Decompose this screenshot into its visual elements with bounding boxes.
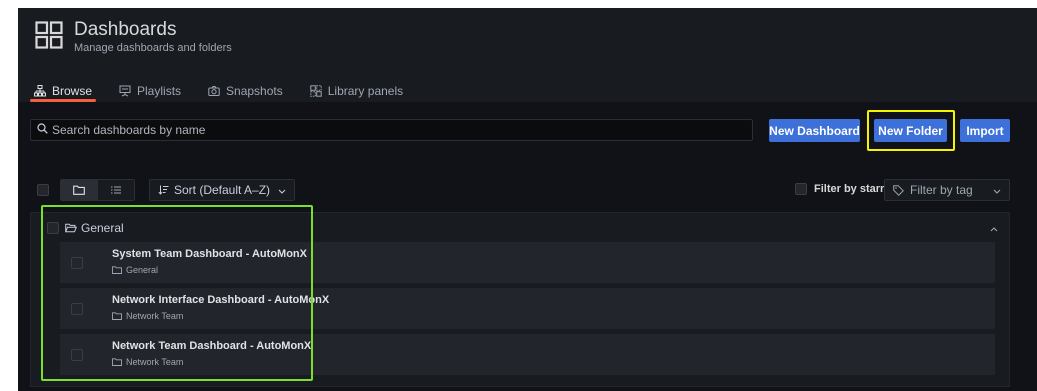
chevron-down-icon	[278, 183, 286, 197]
dashboard-row[interactable]: Network Team Dashboard - AutoMonX Networ…	[60, 334, 995, 375]
browse-content: New Dashboard New Folder Import Sort (De…	[18, 102, 1037, 391]
folder-icon	[112, 312, 122, 320]
dashboard-checkbox[interactable]	[71, 349, 83, 361]
tab-snapshots-label: Snapshots	[226, 83, 283, 98]
folder-checkbox[interactable]	[47, 222, 59, 234]
dashboard-folder: General	[112, 265, 158, 275]
tab-playlists[interactable]: Playlists	[117, 79, 183, 102]
search-input[interactable]	[52, 123, 732, 137]
search-icon	[37, 123, 48, 137]
library-panel-icon	[310, 84, 322, 97]
folder-open-icon	[65, 223, 77, 233]
camera-icon	[208, 85, 220, 97]
tab-bar: Browse Playlists Snapshots Library panel…	[29, 79, 428, 102]
dashboard-folder: Network Team	[112, 311, 183, 321]
dashboard-folder-label: General	[126, 265, 159, 275]
chevron-up-icon[interactable]	[990, 221, 998, 235]
sort-select[interactable]: Sort (Default A–Z)	[149, 179, 295, 201]
list-icon	[110, 186, 121, 194]
folder-name: General	[81, 221, 124, 235]
dashboard-title[interactable]: System Team Dashboard - AutoMonX	[112, 248, 307, 260]
tag-filter-placeholder: Filter by tag	[910, 183, 973, 197]
filter-starred[interactable]: Filter by starred	[795, 183, 897, 195]
tab-library-panels-label: Library panels	[327, 83, 404, 98]
grafana-app: Dashboards Manage dashboards and folders…	[18, 8, 1037, 391]
sort-label: Sort (Default A–Z)	[174, 183, 271, 197]
tab-playlists-label: Playlists	[137, 83, 182, 98]
folder-icon	[73, 185, 86, 195]
dashboard-row[interactable]: System Team Dashboard - AutoMonX General	[60, 242, 995, 283]
page-subtitle: Manage dashboards and folders	[74, 42, 232, 54]
sitemap-icon	[34, 84, 46, 97]
folder-view-button[interactable]	[61, 180, 98, 200]
search-box[interactable]	[30, 119, 753, 141]
folder-icon	[112, 358, 122, 366]
chevron-down-icon	[993, 183, 1001, 197]
list-view-button[interactable]	[98, 180, 135, 200]
tab-browse[interactable]: Browse	[29, 79, 97, 102]
dashboard-row[interactable]: Network Interface Dashboard - AutoMonX N…	[60, 288, 995, 329]
sort-icon	[158, 185, 169, 195]
new-folder-button[interactable]: New Folder	[874, 119, 947, 142]
tab-snapshots[interactable]: Snapshots	[206, 79, 285, 102]
dashboard-checkbox[interactable]	[71, 257, 83, 269]
tab-library-panels[interactable]: Library panels	[308, 79, 405, 102]
new-dashboard-button[interactable]: New Dashboard	[769, 119, 860, 142]
folder-icon	[112, 266, 122, 274]
dashboard-list: System Team Dashboard - AutoMonX General…	[60, 242, 995, 380]
dashboard-folder-label: Network Team	[126, 357, 184, 367]
dashboard-folder-label: Network Team	[126, 311, 184, 321]
folder-section-general: General System Team Dashboard - AutoMonX…	[30, 212, 1010, 387]
page-title: Dashboards	[74, 19, 177, 40]
dashboard-title[interactable]: Network Team Dashboard - AutoMonX	[112, 340, 311, 352]
tag-icon	[893, 184, 904, 196]
dashboard-folder: Network Team	[112, 357, 183, 367]
select-all-checkbox[interactable]	[37, 184, 49, 196]
filter-starred-checkbox[interactable]	[795, 183, 807, 195]
apps-grid-icon	[35, 21, 63, 49]
folder-header[interactable]: General	[47, 221, 124, 235]
view-toggle	[60, 179, 135, 201]
tab-browse-label: Browse	[52, 83, 93, 98]
import-button[interactable]: Import	[960, 119, 1010, 142]
presentation-icon	[119, 85, 131, 97]
page-header: Dashboards Manage dashboards and folders…	[18, 8, 1037, 102]
dashboard-checkbox[interactable]	[71, 303, 83, 315]
tag-filter-select[interactable]: Filter by tag	[884, 179, 1010, 201]
dashboard-title[interactable]: Network Interface Dashboard - AutoMonX	[112, 294, 329, 306]
